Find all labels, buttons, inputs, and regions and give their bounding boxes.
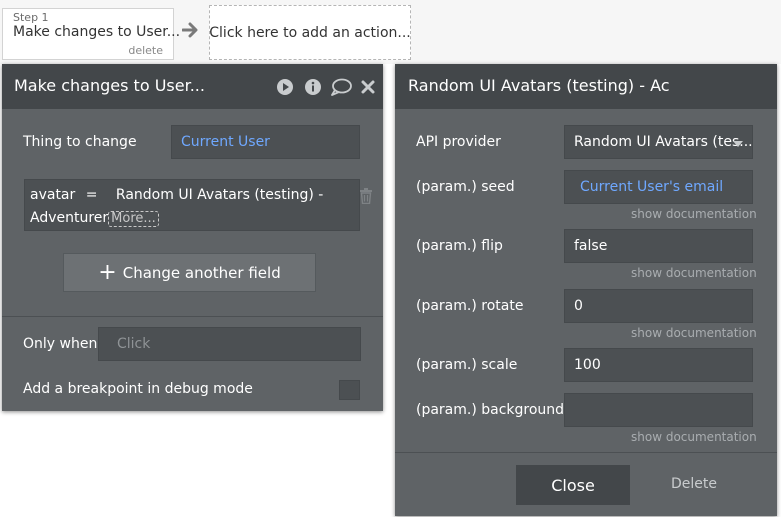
panel-title: Make changes to User... <box>14 76 205 95</box>
expression-continuation: Adventurer More... <box>30 210 159 227</box>
change-another-field-button[interactable]: + Change another field <box>63 253 316 292</box>
show-documentation-link[interactable]: show documentation <box>631 207 757 221</box>
api-action-panel: Random UI Avatars (testing) - Ac API pro… <box>395 64 777 516</box>
panel-title: Random UI Avatars (testing) - Ac <box>408 76 670 95</box>
divider <box>2 316 383 317</box>
api-provider-label: API provider <box>416 134 501 150</box>
param-background-field[interactable] <box>564 393 753 427</box>
step-title: Make changes to User... <box>13 24 181 40</box>
param-background-label: (param.) backgroundC <box>416 402 574 418</box>
comment-icon[interactable] <box>330 78 352 96</box>
param-scale-field[interactable]: 100 <box>564 348 753 382</box>
field-change-row[interactable]: avatar = Random UI Avatars (testing) - A… <box>24 179 360 231</box>
workflow-step-card[interactable]: Step 1 Make changes to User... delete <box>2 8 180 60</box>
step-delete-link[interactable]: delete <box>128 44 163 57</box>
add-action-label: Click here to add an action... <box>209 24 411 41</box>
param-scale-value: 100 <box>574 357 601 373</box>
step-number: Step 1 <box>13 11 49 24</box>
make-changes-panel: Make changes to User... Thing to change … <box>2 64 383 411</box>
param-rotate-field[interactable]: 0 <box>564 289 753 323</box>
breakpoint-checkbox[interactable] <box>339 380 360 400</box>
param-flip-value: false <box>574 238 608 254</box>
param-rotate-value: 0 <box>574 298 583 314</box>
divider <box>395 452 777 453</box>
arrow-right-icon <box>182 22 198 38</box>
panel-header: Random UI Avatars (testing) - Ac <box>395 64 777 109</box>
only-when-placeholder: Click <box>117 336 151 352</box>
field-change-line: avatar = Random UI Avatars (testing) - <box>30 187 323 203</box>
expression-text: Random UI Avatars (testing) - <box>115 187 324 203</box>
delete-button[interactable]: Delete <box>671 476 717 492</box>
field-name: avatar <box>30 187 76 203</box>
breakpoint-label: Add a breakpoint in debug mode <box>23 381 253 397</box>
param-seed-field[interactable]: Current User's email <box>564 170 753 204</box>
only-when-field[interactable]: Click <box>98 327 361 361</box>
expression-text-2: Adventurer <box>30 210 109 226</box>
param-seed-label: (param.) seed <box>416 179 515 195</box>
param-seed-value: Current User's email <box>580 179 724 195</box>
panel-header: Make changes to User... <box>2 64 383 109</box>
trash-icon[interactable] <box>359 188 373 204</box>
thing-to-change-value: Current User <box>181 134 270 150</box>
operator: = <box>85 187 98 203</box>
param-rotate-label: (param.) rotate <box>416 298 524 314</box>
api-provider-select[interactable]: Random UI Avatars (tes... <box>564 125 753 159</box>
change-another-field-label: Change another field <box>122 263 281 282</box>
show-documentation-link[interactable]: show documentation <box>631 266 757 280</box>
param-scale-label: (param.) scale <box>416 357 518 373</box>
add-action-button[interactable]: Click here to add an action... <box>209 5 411 60</box>
close-icon[interactable] <box>360 78 376 96</box>
plus-icon: + <box>98 259 117 285</box>
show-documentation-link[interactable]: show documentation <box>631 326 757 340</box>
thing-to-change-field[interactable]: Current User <box>171 125 360 159</box>
play-icon[interactable] <box>276 78 294 96</box>
close-button[interactable]: Close <box>516 465 630 505</box>
info-icon[interactable] <box>304 78 322 96</box>
param-flip-field[interactable]: false <box>564 229 753 263</box>
show-documentation-link[interactable]: show documentation <box>631 430 757 444</box>
param-flip-label: (param.) flip <box>416 238 503 254</box>
thing-to-change-label: Thing to change <box>23 134 137 150</box>
only-when-label: Only when <box>23 336 98 352</box>
chevron-down-icon <box>733 141 743 147</box>
more-button[interactable]: More... <box>108 211 159 227</box>
api-provider-value: Random UI Avatars (tes... <box>574 134 753 150</box>
